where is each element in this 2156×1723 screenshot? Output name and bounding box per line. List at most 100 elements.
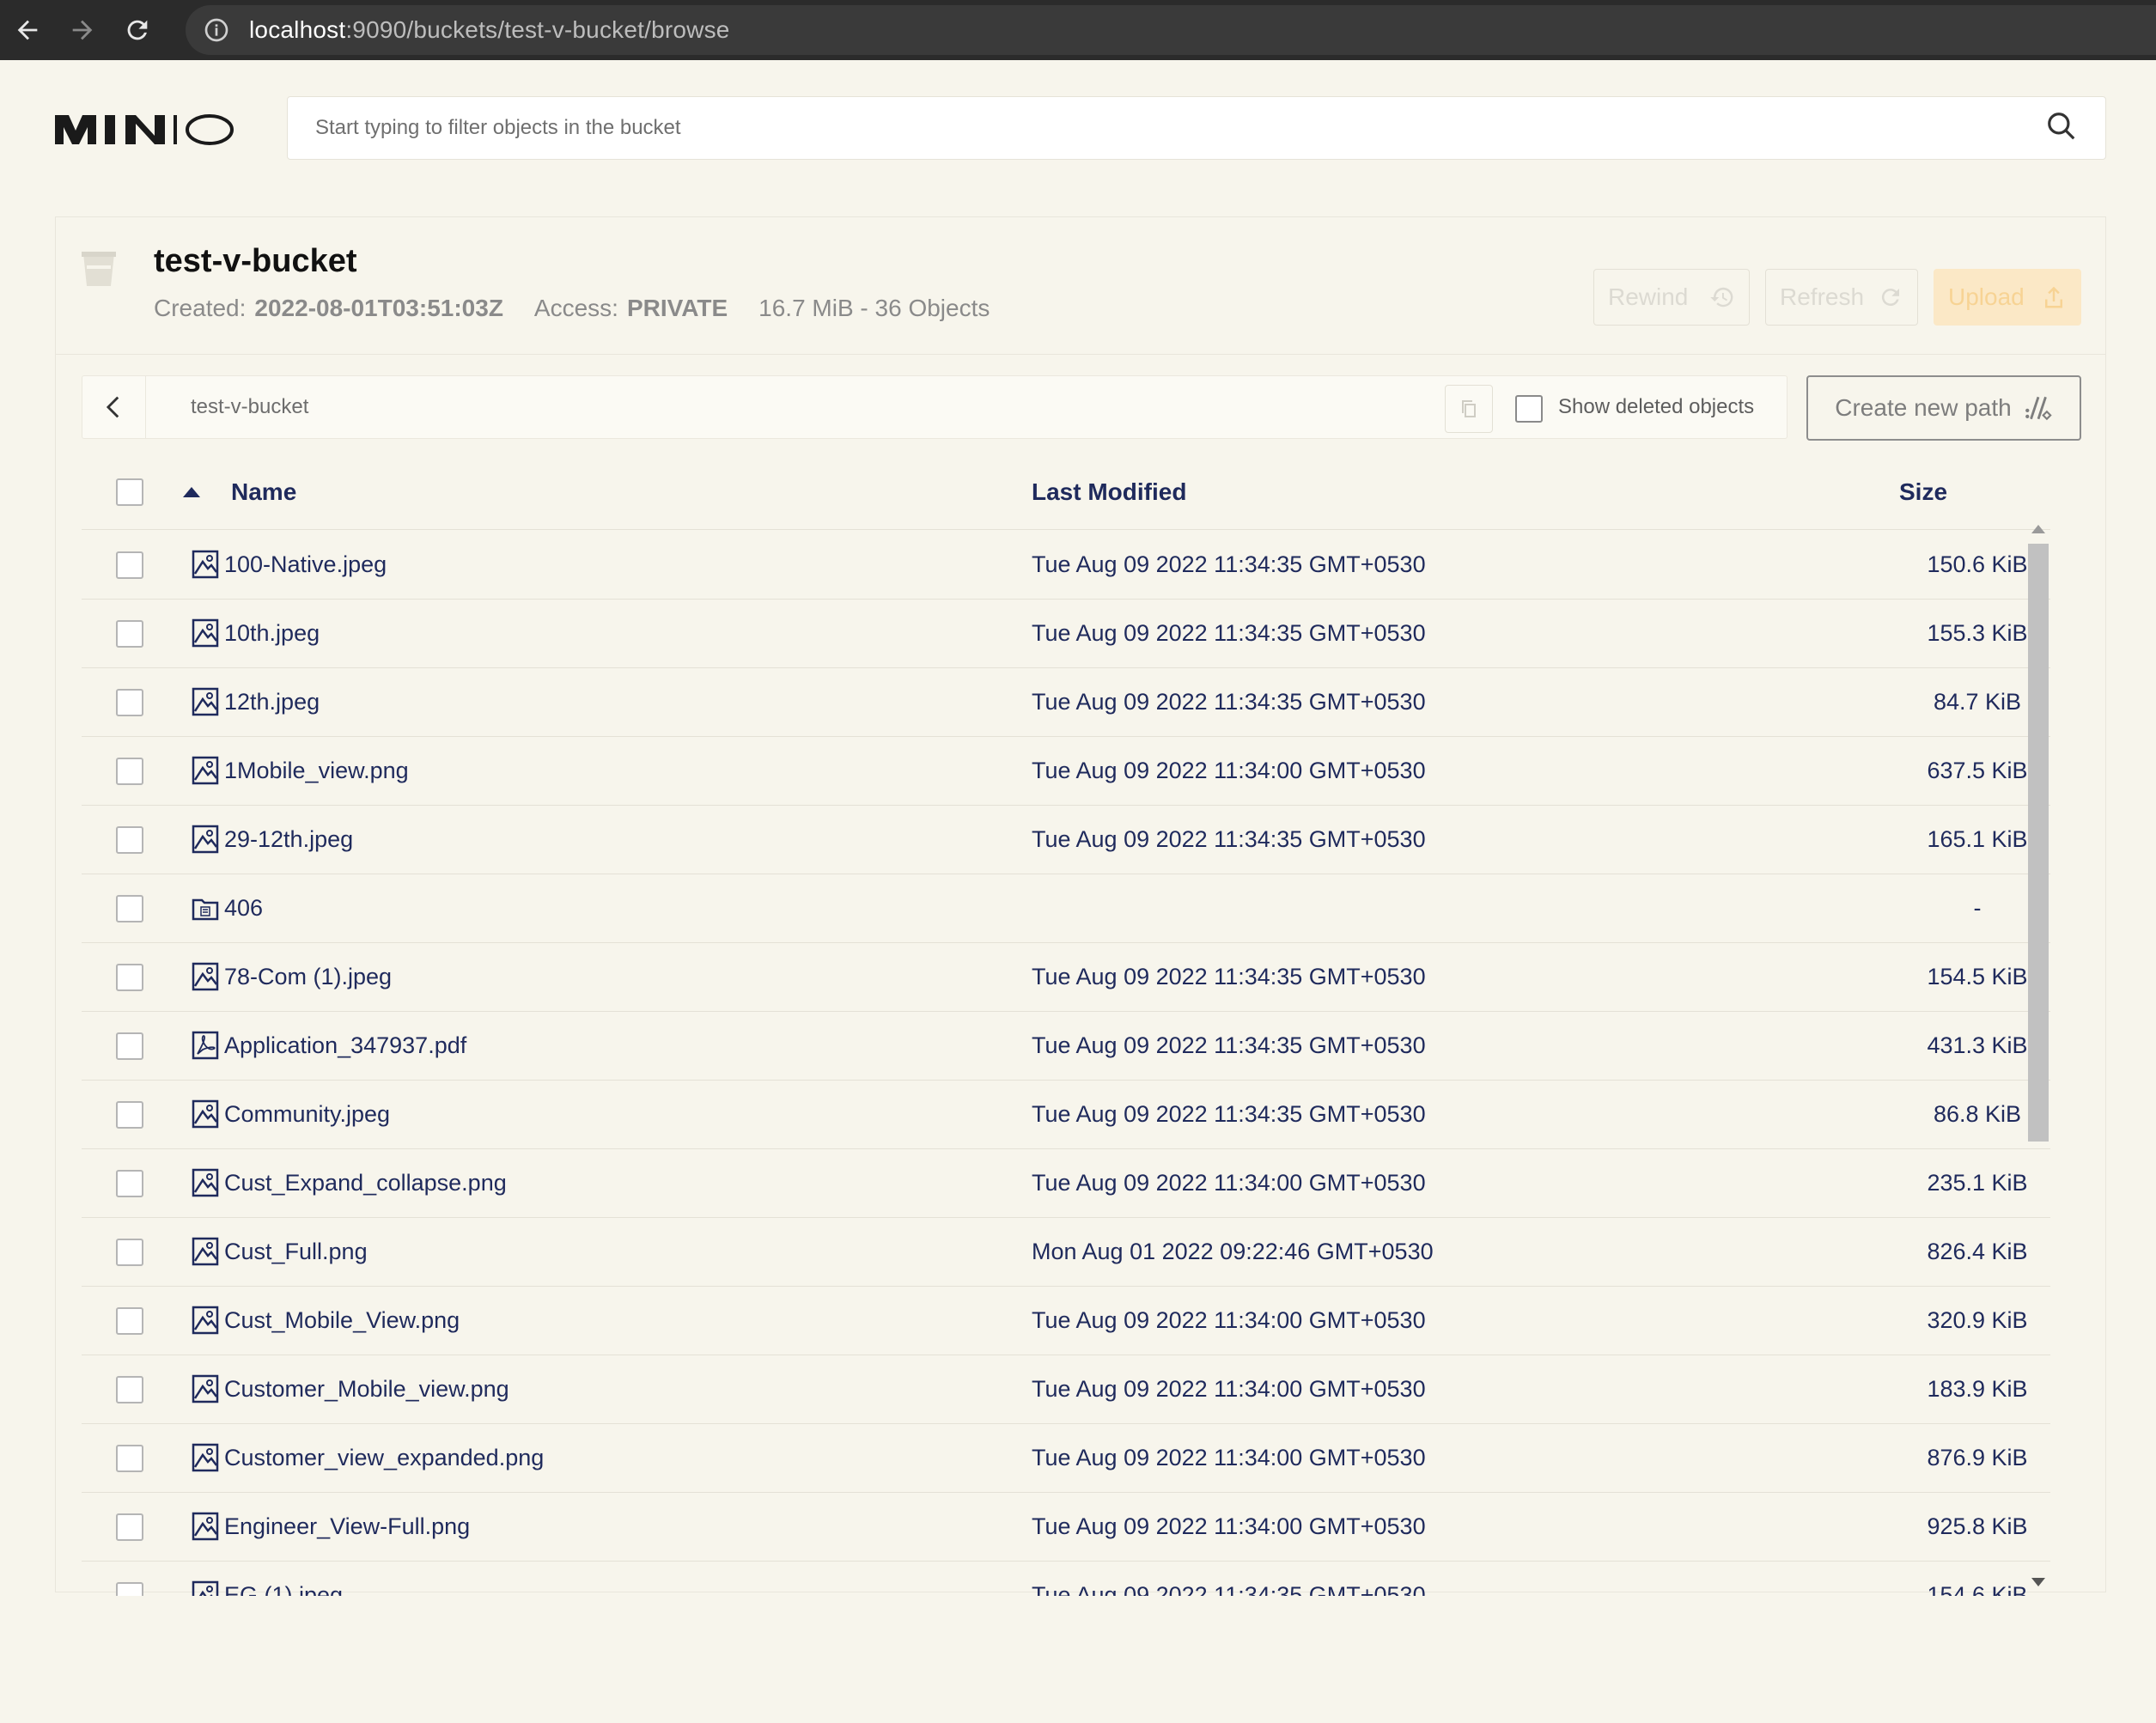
image-file-icon xyxy=(192,1580,219,1596)
table-row[interactable]: 78-Com (1).jpeg Tue Aug 09 2022 11:34:35 … xyxy=(82,943,2050,1012)
table-row[interactable]: 29-12th.jpeg Tue Aug 09 2022 11:34:35 GMT… xyxy=(82,806,2050,874)
object-name[interactable]: Engineer_View-Full.png xyxy=(224,1513,470,1540)
row-checkbox[interactable] xyxy=(116,895,143,922)
folder-icon xyxy=(192,893,219,922)
copy-path-button[interactable] xyxy=(1445,385,1493,433)
breadcrumb-bar: test-v-bucket Show deleted objects xyxy=(82,375,1788,439)
object-name[interactable]: Application_347937.pdf xyxy=(224,1032,466,1059)
reload-icon[interactable] xyxy=(110,0,165,60)
object-name[interactable]: Cust_Full.png xyxy=(224,1239,368,1265)
refresh-icon xyxy=(1881,289,1899,307)
bucket-panel: test-v-bucket Created: 2022-08-01T03:51:0… xyxy=(55,216,2106,1596)
table-row[interactable]: 12th.jpeg Tue Aug 09 2022 11:34:35 GMT+05… xyxy=(82,668,2050,737)
scroll-thumb[interactable] xyxy=(2028,544,2049,1142)
table-row[interactable]: Customer_Mobile_view.png Tue Aug 09 2022 … xyxy=(82,1355,2050,1424)
column-last-modified[interactable]: Last Modified xyxy=(1032,478,1186,506)
table-row[interactable]: 1Mobile_view.png Tue Aug 09 2022 11:34:00… xyxy=(82,737,2050,806)
search-icon[interactable] xyxy=(2045,110,2078,147)
scroll-down-arrow[interactable] xyxy=(2031,1578,2045,1586)
object-last-modified: Tue Aug 09 2022 11:34:35 GMT+0530 xyxy=(1032,964,1426,989)
forward-arrow-icon[interactable] xyxy=(55,0,110,60)
column-name[interactable]: Name xyxy=(231,478,296,506)
object-name[interactable]: Cust_Expand_collapse.png xyxy=(224,1170,507,1196)
info-icon[interactable] xyxy=(203,16,230,44)
bucket-icon xyxy=(82,252,116,286)
row-checkbox[interactable] xyxy=(116,1170,143,1197)
object-name[interactable]: Community.jpeg xyxy=(224,1101,390,1128)
row-checkbox[interactable] xyxy=(116,1582,143,1596)
object-name[interactable]: EG (1).jpeg xyxy=(224,1582,343,1596)
show-deleted-label[interactable]: Show deleted objects xyxy=(1558,395,1754,419)
upload-button[interactable]: Upload xyxy=(1934,269,2081,326)
row-checkbox[interactable] xyxy=(116,1445,143,1472)
object-name[interactable]: 29-12th.jpeg xyxy=(224,826,353,853)
search-input[interactable] xyxy=(315,116,2045,140)
image-file-icon xyxy=(192,1168,219,1197)
create-path-label: Create new path xyxy=(1835,394,2012,421)
scroll-up-arrow[interactable] xyxy=(2031,525,2045,533)
sort-ascending-icon[interactable] xyxy=(183,487,200,497)
table-row[interactable]: Cust_Expand_collapse.png Tue Aug 09 2022 … xyxy=(82,1149,2050,1218)
access-info: Access: PRIVATE xyxy=(534,295,728,322)
show-deleted-checkbox[interactable] xyxy=(1515,395,1543,423)
object-name[interactable]: 406 xyxy=(224,895,263,922)
object-filter-search[interactable] xyxy=(287,96,2106,160)
table-row[interactable]: Customer_view_expanded.png Tue Aug 09 202… xyxy=(82,1424,2050,1493)
row-checkbox[interactable] xyxy=(116,1239,143,1266)
object-name[interactable]: Customer_Mobile_view.png xyxy=(224,1376,509,1403)
image-file-icon xyxy=(192,1374,219,1403)
back-arrow-icon[interactable] xyxy=(0,0,55,60)
row-checkbox[interactable] xyxy=(116,551,143,579)
image-file-icon xyxy=(192,825,219,854)
row-checkbox[interactable] xyxy=(116,1513,143,1541)
table-row[interactable]: 100-Native.jpeg Tue Aug 09 2022 11:34:35 … xyxy=(82,531,2050,600)
table-header: Name Last Modified Size xyxy=(82,454,2050,530)
row-checkbox[interactable] xyxy=(116,1376,143,1403)
image-file-icon xyxy=(192,1237,219,1266)
row-checkbox[interactable] xyxy=(116,758,143,785)
table-row[interactable]: EG (1).jpeg Tue Aug 09 2022 11:34:35 GMT+… xyxy=(82,1562,2050,1596)
access-label: Access: xyxy=(533,295,618,321)
url-host: localhost xyxy=(249,16,346,43)
table-scrollbar[interactable] xyxy=(2026,525,2050,1586)
rewind-button[interactable]: Rewind xyxy=(1593,269,1750,326)
address-bar[interactable]: localhost:9090/buckets/test-v-bucket/bro… xyxy=(186,5,2156,55)
row-checkbox[interactable] xyxy=(116,1101,143,1129)
refresh-button[interactable]: Refresh xyxy=(1765,269,1918,326)
table-row[interactable]: 406- xyxy=(82,874,2050,943)
table-row[interactable]: Community.jpeg Tue Aug 09 2022 11:34:35 G… xyxy=(82,1081,2050,1149)
object-last-modified: Tue Aug 09 2022 11:34:35 GMT+0530 xyxy=(1032,620,1426,646)
object-last-modified: Tue Aug 09 2022 11:34:00 GMT+0530 xyxy=(1032,758,1426,783)
row-checkbox[interactable] xyxy=(116,620,143,648)
row-checkbox[interactable] xyxy=(116,689,143,716)
history-icon xyxy=(1710,287,1733,307)
row-checkbox[interactable] xyxy=(116,1307,143,1335)
object-name[interactable]: 78-Com (1).jpeg xyxy=(224,964,392,990)
objects-table: Name Last Modified Size 100-Native.jpeg T… xyxy=(82,454,2050,1596)
column-size[interactable]: Size xyxy=(1899,478,1947,506)
object-name[interactable]: 1Mobile_view.png xyxy=(224,758,409,784)
table-row[interactable]: Engineer_View-Full.png Tue Aug 09 2022 11… xyxy=(82,1493,2050,1562)
minio-logo[interactable] xyxy=(53,110,235,146)
object-name[interactable]: 100-Native.jpeg xyxy=(224,551,387,578)
table-row[interactable]: Application_347937.pdf Tue Aug 09 2022 11… xyxy=(82,1012,2050,1081)
table-row[interactable]: Cust_Mobile_View.png Tue Aug 09 2022 11:3… xyxy=(82,1287,2050,1355)
breadcrumb[interactable]: test-v-bucket xyxy=(191,395,308,419)
row-checkbox[interactable] xyxy=(116,964,143,991)
object-name[interactable]: 12th.jpeg xyxy=(224,689,320,715)
table-row[interactable]: 10th.jpeg Tue Aug 09 2022 11:34:35 GMT+05… xyxy=(82,600,2050,668)
table-row[interactable]: Cust_Full.png Mon Aug 01 2022 09:22:46 GM… xyxy=(82,1218,2050,1287)
object-name[interactable]: Cust_Mobile_View.png xyxy=(224,1307,460,1334)
create-new-path-button[interactable]: Create new path xyxy=(1806,375,2081,441)
breadcrumb-back-button[interactable] xyxy=(82,376,146,438)
refresh-label: Refresh xyxy=(1780,283,1865,310)
browser-toolbar: localhost:9090/buckets/test-v-bucket/bro… xyxy=(0,0,2156,60)
bucket-usage: 16.7 MiB - 36 Objects xyxy=(758,295,990,321)
object-name[interactable]: Customer_view_expanded.png xyxy=(224,1445,544,1471)
object-last-modified: Tue Aug 09 2022 11:34:35 GMT+0530 xyxy=(1032,1032,1426,1058)
row-checkbox[interactable] xyxy=(116,1032,143,1060)
image-file-icon xyxy=(192,756,219,785)
select-all-checkbox[interactable] xyxy=(116,478,143,506)
row-checkbox[interactable] xyxy=(116,826,143,854)
object-name[interactable]: 10th.jpeg xyxy=(224,620,320,647)
